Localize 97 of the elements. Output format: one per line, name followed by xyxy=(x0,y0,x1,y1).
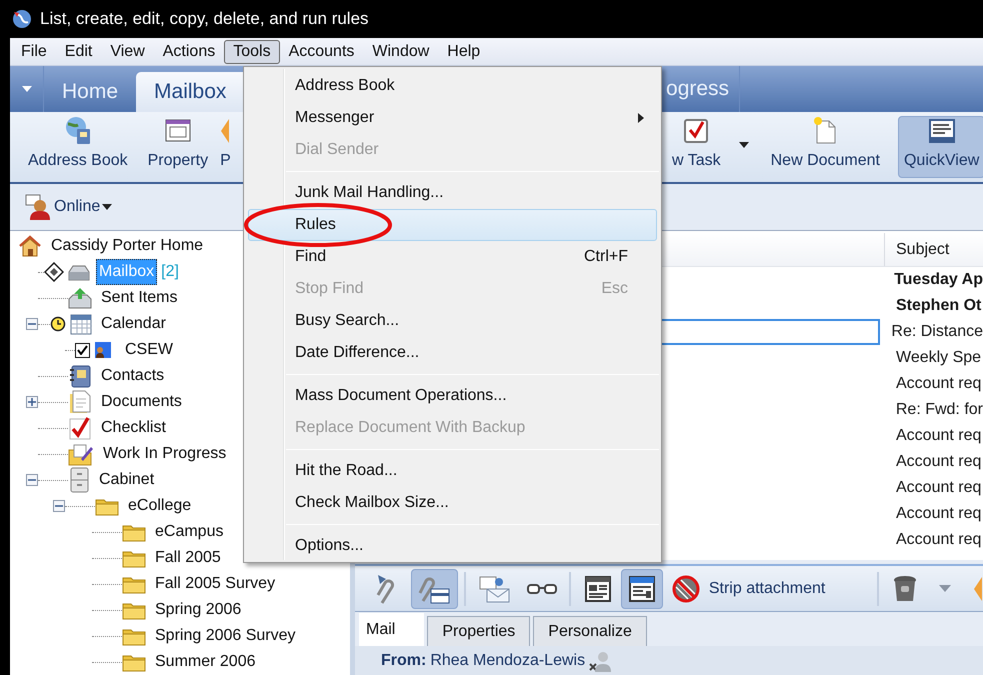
glasses-icon xyxy=(526,582,557,596)
toolbar-button[interactable]: Property xyxy=(142,116,214,178)
person-icon xyxy=(94,341,112,359)
globe-icon xyxy=(12,9,32,29)
caret-icon xyxy=(939,585,952,592)
layout-icon xyxy=(628,574,656,602)
subject-cell-text: Account req xyxy=(895,374,982,394)
tree-item[interactable]: CSEW xyxy=(122,337,176,363)
subject-cell-text: Tuesday Ap xyxy=(893,270,983,290)
subject-cell-text: Account req xyxy=(895,530,982,550)
house-icon xyxy=(18,234,42,258)
checkmark-icon xyxy=(77,345,88,355)
expand-toggle[interactable] xyxy=(26,396,38,408)
presence-button[interactable]: Online xyxy=(24,193,112,221)
checkbox-icon xyxy=(682,117,710,145)
toolbar-button[interactable]: P xyxy=(214,116,237,178)
menu-item[interactable]: Rules xyxy=(248,209,657,241)
person-icon xyxy=(24,193,52,221)
tree-item[interactable]: Cabinet xyxy=(96,467,158,493)
menu-item[interactable]: Check Mailbox Size... xyxy=(248,487,657,519)
tab[interactable]: Mail xyxy=(359,613,424,646)
shortcut-text: Esc xyxy=(601,279,628,299)
expand-toggle[interactable] xyxy=(26,474,38,486)
toolbar-button[interactable]: Address Book xyxy=(22,116,134,178)
envelope-icon xyxy=(479,574,512,604)
tree-item[interactable]: eCampus xyxy=(152,519,226,545)
subject-cell-text: Account req xyxy=(895,478,982,498)
tree-item[interactable]: Contacts xyxy=(98,363,168,389)
tab[interactable]: Personalize xyxy=(533,616,647,646)
contacts-book-icon xyxy=(68,364,92,388)
menu-item[interactable]: Date Difference... xyxy=(248,337,657,369)
unread-count: [2] xyxy=(161,262,179,282)
sender-name[interactable]: Rhea Mendoza-Lewis xyxy=(430,648,586,672)
menu-item[interactable]: Hit the Road... xyxy=(248,455,657,487)
menu-bar-item[interactable]: File xyxy=(12,40,56,64)
caret-icon xyxy=(22,86,32,92)
column-header[interactable]: Subject xyxy=(885,233,950,266)
toolbar-button[interactable] xyxy=(410,568,458,608)
menu-item[interactable]: Mass Document Operations... xyxy=(248,380,657,412)
tray-icon xyxy=(68,263,90,281)
subject-cell-text: Account req xyxy=(895,504,982,524)
menu-item[interactable]: Junk Mail Handling... xyxy=(248,177,657,209)
menu-item[interactable]: Find Ctrl+F xyxy=(248,241,657,273)
menu-bar-item[interactable]: View xyxy=(101,40,154,64)
menu-bar-item[interactable]: Edit xyxy=(56,40,102,64)
tree-item[interactable]: Work In Progress xyxy=(100,441,230,467)
clock-icon xyxy=(50,316,66,332)
tree-item[interactable]: Calendar xyxy=(98,311,169,337)
cabinet-icon xyxy=(68,467,90,493)
window-title: List, create, edit, copy, delete, and run rules xyxy=(40,8,369,30)
toolbar-button[interactable]: New Document xyxy=(764,116,886,178)
layout-icon xyxy=(584,574,612,602)
subject-cell-text: Re: Fwd: for xyxy=(894,400,983,420)
expand-toggle[interactable] xyxy=(26,318,38,330)
shortcut-text: Ctrl+F xyxy=(584,247,628,267)
trash-icon xyxy=(892,574,918,604)
pencil-folder-icon xyxy=(68,442,94,466)
tree-item[interactable]: eCollege xyxy=(125,493,194,519)
outbox-icon xyxy=(68,287,92,309)
subject-cell-text: Account req xyxy=(895,426,982,446)
tree-item[interactable]: Summer 2006 xyxy=(152,649,258,675)
expand-toggle[interactable] xyxy=(53,500,65,512)
tree-item[interactable]: Checklist xyxy=(98,415,169,441)
calendar-icon xyxy=(70,313,92,335)
menu-bar-item[interactable]: Window xyxy=(363,40,438,64)
menu-item[interactable]: Options... xyxy=(248,530,657,562)
document-icon xyxy=(68,390,92,414)
checkbox[interactable] xyxy=(75,342,90,358)
menu-bar-item[interactable]: Tools xyxy=(224,40,280,64)
tree-item[interactable]: Cassidy Porter Home xyxy=(48,233,206,259)
menu-bar-item[interactable]: Accounts xyxy=(280,40,364,64)
diamond-icon xyxy=(44,262,64,282)
subject-cell-text: Weekly Spe xyxy=(895,348,982,368)
window-icon xyxy=(928,117,956,145)
menu-bar-item[interactable]: Help xyxy=(438,40,490,64)
subject-cell-text: Re: Distance xyxy=(890,322,983,342)
subject-cell-text: Stephen Ot xyxy=(895,296,982,316)
menu-item[interactable]: Busy Search... xyxy=(248,305,657,337)
toolbar-button[interactable]: w Task xyxy=(666,116,727,178)
tree-item[interactable]: Fall 2005 xyxy=(152,545,224,571)
tree-item[interactable]: Spring 2006 xyxy=(152,597,244,623)
tree-item[interactable]: Sent Items xyxy=(98,285,180,311)
person-icon xyxy=(589,650,612,672)
tab[interactable]: Properties xyxy=(427,616,530,646)
subject-cell-text: Account req xyxy=(895,452,982,472)
tree-item[interactable]: Fall 2005 Survey xyxy=(152,571,278,597)
caret-icon xyxy=(738,142,749,148)
plus-icon xyxy=(28,398,36,406)
tree-item[interactable]: Documents xyxy=(98,389,185,415)
menu-bar-item[interactable]: Actions xyxy=(154,40,224,64)
toolbar-button[interactable]: QuickView xyxy=(898,116,983,178)
caret-icon xyxy=(102,204,112,210)
checkmark-icon xyxy=(68,416,92,440)
toolbar-button[interactable] xyxy=(621,568,663,608)
from-label: From: xyxy=(381,650,426,670)
tree-item[interactable]: Spring 2006 Survey xyxy=(152,623,299,649)
no-entry-icon xyxy=(670,574,701,604)
